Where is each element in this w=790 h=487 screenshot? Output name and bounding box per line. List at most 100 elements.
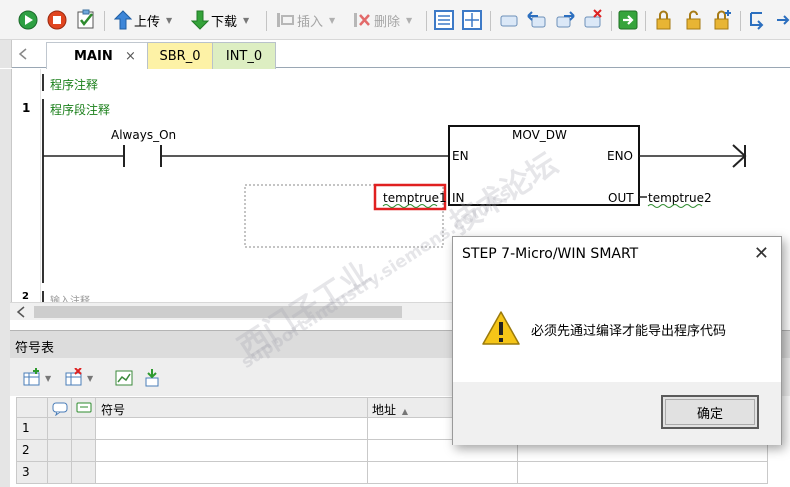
tab-sbr0-label: SBR_0	[159, 48, 201, 64]
download-label: 下载	[211, 14, 238, 30]
chart-button[interactable]	[114, 368, 134, 391]
focus-ring	[665, 399, 755, 425]
dialog-message: 必须先通过编译才能导出程序代码	[531, 324, 727, 339]
stop-button[interactable]	[47, 9, 67, 31]
chevron-down-icon[interactable]: ▼	[87, 374, 93, 383]
lock-plus-icon	[714, 10, 731, 30]
download-button[interactable]: 下载 ▼	[191, 9, 249, 31]
network-view-button[interactable]	[461, 9, 483, 31]
jump-right-button[interactable]	[554, 9, 576, 31]
editor-tabbar: MAIN × SBR_0 INT_0	[0, 40, 790, 69]
next-network-number: 2	[22, 291, 29, 302]
table-cell[interactable]	[72, 462, 96, 484]
pin-out: OUT	[608, 191, 634, 205]
table-cell[interactable]	[368, 462, 518, 484]
tab-main[interactable]: MAIN ×	[46, 42, 148, 69]
tab-scroll-left-icon[interactable]	[18, 48, 28, 60]
left-frame	[0, 302, 10, 487]
delete-table-icon	[65, 368, 82, 386]
run-icon	[18, 10, 38, 30]
scroll-thumb[interactable]	[34, 306, 402, 318]
col-symbol-label: 符号	[101, 403, 126, 417]
warning-icon	[482, 311, 520, 345]
arrow-left-box-icon	[527, 11, 546, 28]
delete-table-button[interactable]: ▼	[64, 368, 93, 388]
dialog-footer: 确定	[453, 382, 781, 445]
table-cell[interactable]	[72, 440, 96, 462]
tab-sbr0[interactable]: SBR_0	[147, 42, 213, 69]
sync-button[interactable]	[142, 368, 162, 391]
row-header[interactable]: 2	[16, 440, 48, 462]
box-icon	[500, 15, 518, 27]
table-cell[interactable]	[72, 418, 96, 440]
export-button[interactable]	[617, 9, 639, 31]
out-operand[interactable]: temptrue2	[648, 191, 712, 205]
col-symbol[interactable]: 符号	[96, 397, 368, 418]
pin-eno: ENO	[607, 149, 634, 163]
lock-button[interactable]	[653, 9, 675, 31]
delete-button[interactable]: 删除 ▼	[352, 9, 412, 31]
export-icon	[618, 10, 638, 30]
branch-button[interactable]	[748, 9, 770, 31]
sort-asc-icon: ▲	[401, 407, 408, 416]
main-toolbar: 上传 ▼ 下载 ▼ 插入 ▼ 删除 ▼	[0, 0, 790, 40]
symbol-table-title: 符号表	[15, 341, 55, 356]
col-address-label: 地址	[372, 403, 397, 417]
insert-icon	[277, 13, 294, 27]
stop-icon	[47, 10, 67, 30]
arrow-up-icon	[114, 10, 132, 30]
unlock-button[interactable]	[683, 9, 705, 31]
table-cell[interactable]	[96, 440, 368, 462]
chevron-down-icon[interactable]: ▼	[329, 16, 335, 25]
row-number: 2	[22, 443, 30, 457]
add-table-icon	[23, 368, 40, 386]
editor-hscrollbar[interactable]	[10, 302, 455, 320]
compile-check-icon	[77, 9, 94, 29]
chevron-down-icon[interactable]: ▼	[243, 16, 249, 25]
sync-icon	[145, 369, 159, 387]
table-cell[interactable]	[48, 462, 72, 484]
arrow-right-icon	[777, 15, 790, 25]
upload-button[interactable]: 上传 ▼	[114, 9, 172, 31]
pin-in: IN	[452, 191, 465, 205]
table-cell[interactable]	[96, 418, 368, 440]
close-icon[interactable]: ✕	[754, 243, 769, 264]
chevron-down-icon[interactable]: ▼	[166, 16, 172, 25]
col-status2[interactable]	[72, 397, 96, 418]
dialog-title: STEP 7-Micro/WIN SMART	[462, 246, 639, 262]
table-cell[interactable]	[48, 440, 72, 462]
box-delete-button[interactable]	[582, 9, 604, 31]
overflow-button[interactable]	[776, 9, 790, 31]
insert-button[interactable]: 插入 ▼	[275, 9, 335, 31]
row-header[interactable]: 3	[16, 462, 48, 484]
network-insert-button[interactable]	[433, 9, 455, 31]
left-frame	[0, 40, 12, 68]
row-number: 3	[22, 465, 30, 479]
table-cell[interactable]	[96, 462, 368, 484]
col-status1[interactable]	[48, 397, 72, 418]
tab-int0[interactable]: INT_0	[212, 42, 276, 69]
compile-button[interactable]	[75, 9, 97, 31]
scroll-left-icon[interactable]	[16, 306, 26, 318]
unlock-icon	[686, 10, 701, 30]
lock-all-button[interactable]	[711, 9, 733, 31]
in-operand[interactable]: temptrue1	[383, 191, 447, 205]
add-table-button[interactable]: ▼	[22, 368, 51, 388]
grid-corner	[16, 397, 48, 418]
chevron-down-icon[interactable]: ▼	[406, 16, 412, 25]
delete-label: 删除	[374, 14, 401, 30]
network-icon	[434, 10, 454, 30]
contact-label[interactable]: Always_On	[111, 128, 176, 142]
ok-button[interactable]: 确定	[661, 395, 759, 429]
box-button[interactable]	[498, 9, 520, 31]
branch-icon	[750, 12, 764, 30]
jump-left-button[interactable]	[526, 9, 548, 31]
table-cell[interactable]	[518, 462, 768, 484]
chevron-down-icon[interactable]: ▼	[45, 374, 51, 383]
chart-icon	[115, 370, 133, 386]
row-header[interactable]: 1	[16, 418, 48, 440]
table-cell[interactable]	[48, 418, 72, 440]
run-button[interactable]	[18, 9, 38, 31]
delete-icon	[354, 13, 370, 27]
close-icon[interactable]: ×	[125, 49, 136, 64]
